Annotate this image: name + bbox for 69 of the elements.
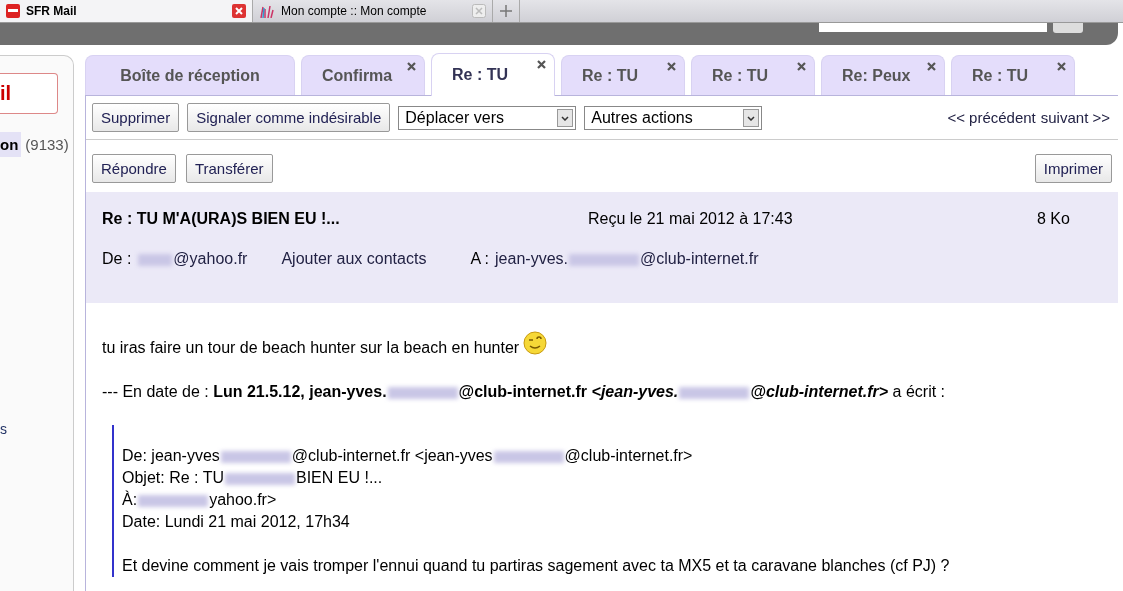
caret-icon [561,114,570,121]
site-icon [259,4,275,18]
mail-tab[interactable]: Re: Peux [821,55,945,95]
message-text: yahoo.fr> [209,491,277,508]
close-icon [232,4,246,18]
dropdown[interactable]: Autres actions [584,105,763,130]
browser-tab[interactable]: SFR Mail [0,0,253,22]
compose-button[interactable]: il [0,73,59,114]
message-text: @club-internet.fr> [750,383,889,400]
message-text: @club-internet.fr> [564,447,693,464]
blurred-text [138,253,173,266]
to-label: A : [470,250,490,268]
nav-link[interactable]: << précédent [947,109,1036,126]
message-text: À: [122,491,138,508]
blurred-text [387,386,458,399]
mail-tab[interactable]: Re : TU [691,55,815,95]
action-button[interactable]: Répondre [92,154,176,183]
mail-tab[interactable]: Re : TU [561,55,685,95]
message-text: tu iras faire un tour de beach hunter sur la beach en hunter [102,339,520,356]
recipient-address[interactable]: jean-yves. [495,250,568,267]
smiley-icon [523,331,548,355]
blurred-text [138,494,209,507]
mail-tab[interactable]: Re : TU [951,55,1075,95]
blurred-text [224,472,295,485]
nav-link[interactable]: suivant >> [1040,109,1110,126]
message-text: @club-internet.fr <jean-yves [291,447,493,464]
message-text: a écrit : [892,383,946,400]
close-icon[interactable] [1057,62,1066,71]
toolbar-button[interactable]: Supprimer [92,103,180,132]
blurred-text [220,450,291,463]
dropdown[interactable]: Déplacer vers [398,105,577,130]
close-icon[interactable] [927,62,936,71]
message-text: BIEN EU !... [295,469,383,486]
folder-count: (9133) [24,136,69,153]
recipient-address[interactable]: @club-internet.fr [640,250,759,267]
message-text: De: jean-yves [122,447,220,464]
sidebar-link[interactable]: s [0,421,7,437]
close-icon[interactable] [667,62,676,71]
mail-tab[interactable]: Boîte de réception [85,55,295,95]
add-contact-link[interactable]: Ajouter aux contacts [281,250,427,268]
caret-icon [747,114,756,121]
new-tab-icon[interactable] [500,5,512,17]
site-icon [6,4,20,18]
blurred-text [679,386,750,399]
message-subject: Re : TU M'A(URA)S BIEN EU !... [102,210,341,228]
message-size: 8 Ko [1037,210,1071,228]
close-icon [472,4,486,18]
folder-item[interactable]: on [0,132,22,157]
blurred-text [569,253,639,266]
sender-address[interactable]: @yahoo.fr [173,250,248,267]
message-text: Objet: Re : TU [122,469,224,486]
mail-tab[interactable]: Re : TU [431,53,555,96]
browser-tab[interactable]: Mon compte :: Mon compte [253,0,493,22]
toolbar-button[interactable]: Signaler comme indésirable [187,103,391,132]
action-button[interactable]: Transférer [185,154,273,183]
message-text: @club-internet.fr [458,383,588,400]
message-text: <jean-yves. [591,383,679,400]
close-icon[interactable] [537,60,546,69]
message-text: --- En date de : Lun 21.5.12, jean-yves. [102,383,387,400]
print-button[interactable]: Imprimer [1034,154,1112,183]
mail-tab[interactable]: Confirma [301,55,425,95]
message-text: Et devine comment je vais tromper l'ennui quand tu partiras sagement avec ta MX5 et ta caravane blanches (cf PJ) ? [122,557,950,574]
search-field[interactable] [819,23,1047,32]
blurred-text [493,450,564,463]
close-icon[interactable] [407,62,416,71]
from-label: De : [102,250,132,268]
received-date: Reçu le 21 mai 2012 à 17:43 [588,210,794,228]
message-text: Date: Lundi 21 mai 2012, 17h34 [122,513,350,530]
close-icon[interactable] [797,62,806,71]
